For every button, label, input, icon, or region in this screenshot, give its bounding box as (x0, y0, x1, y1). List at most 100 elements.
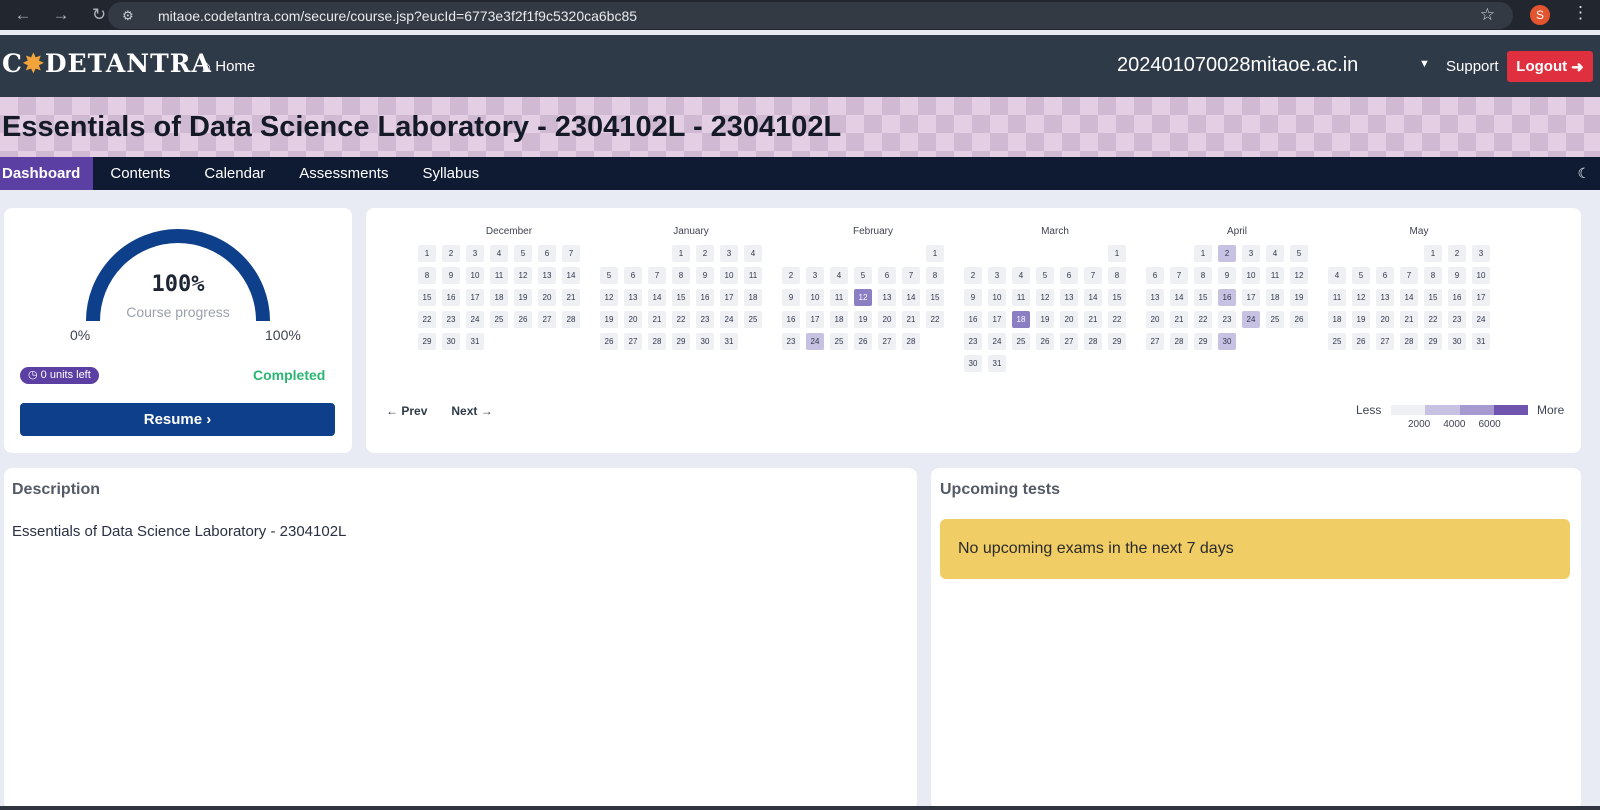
day-cell[interactable]: 8 (1108, 267, 1126, 284)
day-cell[interactable]: 29 (418, 333, 436, 350)
day-cell[interactable]: 9 (442, 267, 460, 284)
day-cell[interactable]: 7 (1084, 267, 1102, 284)
day-cell[interactable]: 3 (806, 267, 824, 284)
day-cell[interactable]: 11 (744, 267, 762, 284)
day-cell[interactable]: 10 (466, 267, 484, 284)
day-cell[interactable]: 21 (902, 311, 920, 328)
day-cell[interactable]: 22 (926, 311, 944, 328)
day-cell[interactable]: 28 (902, 333, 920, 350)
day-cell[interactable]: 12 (1352, 289, 1370, 306)
browser-menu-icon[interactable]: ⋮ (1572, 3, 1589, 23)
day-cell[interactable]: 18 (1266, 289, 1284, 306)
day-cell[interactable]: 13 (878, 289, 896, 306)
day-cell[interactable]: 10 (1472, 267, 1490, 284)
tab-contents[interactable]: Contents (93, 157, 187, 190)
day-cell[interactable]: 2 (782, 267, 800, 284)
day-cell[interactable]: 24 (466, 311, 484, 328)
day-cell[interactable]: 12 (854, 289, 872, 306)
day-cell[interactable]: 5 (514, 245, 532, 262)
day-cell[interactable]: 20 (538, 289, 556, 306)
day-cell[interactable]: 29 (1194, 333, 1212, 350)
day-cell[interactable]: 14 (1170, 289, 1188, 306)
day-cell[interactable]: 1 (1108, 245, 1126, 262)
day-cell[interactable]: 8 (926, 267, 944, 284)
day-cell[interactable]: 23 (1218, 311, 1236, 328)
day-cell[interactable]: 28 (1084, 333, 1102, 350)
day-cell[interactable]: 22 (418, 311, 436, 328)
logout-button[interactable]: Logout ➜ (1507, 51, 1593, 82)
day-cell[interactable]: 23 (1448, 311, 1466, 328)
day-cell[interactable]: 31 (988, 355, 1006, 372)
day-cell[interactable]: 15 (926, 289, 944, 306)
day-cell[interactable]: 6 (1060, 267, 1078, 284)
day-cell[interactable]: 10 (988, 289, 1006, 306)
day-cell[interactable]: 15 (1194, 289, 1212, 306)
day-cell[interactable]: 7 (562, 245, 580, 262)
day-cell[interactable]: 12 (600, 289, 618, 306)
day-cell[interactable]: 1 (926, 245, 944, 262)
day-cell[interactable]: 20 (1376, 311, 1394, 328)
day-cell[interactable]: 9 (964, 289, 982, 306)
day-cell[interactable]: 8 (1194, 267, 1212, 284)
day-cell[interactable]: 3 (988, 267, 1006, 284)
day-cell[interactable]: 5 (1352, 267, 1370, 284)
day-cell[interactable]: 10 (1242, 267, 1260, 284)
day-cell[interactable]: 2 (1218, 245, 1236, 262)
next-button[interactable]: Next → (451, 404, 492, 418)
address-bar[interactable]: ⚙ mitaoe.codetantra.com/secure/course.js… (108, 2, 1513, 29)
day-cell[interactable]: 2 (1448, 245, 1466, 262)
day-cell[interactable]: 27 (624, 333, 642, 350)
day-cell[interactable]: 1 (672, 245, 690, 262)
day-cell[interactable]: 16 (1448, 289, 1466, 306)
day-cell[interactable]: 25 (1328, 333, 1346, 350)
day-cell[interactable]: 7 (1400, 267, 1418, 284)
url-text[interactable]: mitaoe.codetantra.com/secure/course.jsp?… (158, 8, 637, 24)
resume-button[interactable]: Resume › (20, 403, 335, 436)
day-cell[interactable]: 19 (1290, 289, 1308, 306)
day-cell[interactable]: 15 (1108, 289, 1126, 306)
day-cell[interactable]: 30 (696, 333, 714, 350)
day-cell[interactable]: 17 (466, 289, 484, 306)
day-cell[interactable]: 4 (1012, 267, 1030, 284)
day-cell[interactable]: 11 (830, 289, 848, 306)
day-cell[interactable]: 29 (1424, 333, 1442, 350)
day-cell[interactable]: 26 (1290, 311, 1308, 328)
day-cell[interactable]: 10 (806, 289, 824, 306)
day-cell[interactable]: 14 (648, 289, 666, 306)
tab-calendar[interactable]: Calendar (187, 157, 282, 190)
day-cell[interactable]: 9 (782, 289, 800, 306)
day-cell[interactable]: 30 (1218, 333, 1236, 350)
day-cell[interactable]: 27 (1376, 333, 1394, 350)
day-cell[interactable]: 19 (1036, 311, 1054, 328)
day-cell[interactable]: 27 (538, 311, 556, 328)
day-cell[interactable]: 20 (1060, 311, 1078, 328)
day-cell[interactable]: 20 (1146, 311, 1164, 328)
day-cell[interactable]: 7 (1170, 267, 1188, 284)
day-cell[interactable]: 9 (1218, 267, 1236, 284)
day-cell[interactable]: 3 (720, 245, 738, 262)
day-cell[interactable]: 16 (1218, 289, 1236, 306)
day-cell[interactable]: 3 (466, 245, 484, 262)
day-cell[interactable]: 1 (418, 245, 436, 262)
day-cell[interactable]: 10 (720, 267, 738, 284)
day-cell[interactable]: 19 (600, 311, 618, 328)
day-cell[interactable]: 22 (1108, 311, 1126, 328)
day-cell[interactable]: 27 (878, 333, 896, 350)
day-cell[interactable]: 21 (648, 311, 666, 328)
day-cell[interactable]: 4 (830, 267, 848, 284)
day-cell[interactable]: 13 (538, 267, 556, 284)
day-cell[interactable]: 9 (696, 267, 714, 284)
day-cell[interactable]: 30 (442, 333, 460, 350)
day-cell[interactable]: 11 (1266, 267, 1284, 284)
day-cell[interactable]: 20 (624, 311, 642, 328)
day-cell[interactable]: 12 (1290, 267, 1308, 284)
day-cell[interactable]: 13 (624, 289, 642, 306)
day-cell[interactable]: 1 (1194, 245, 1212, 262)
day-cell[interactable]: 16 (696, 289, 714, 306)
day-cell[interactable]: 28 (1170, 333, 1188, 350)
day-cell[interactable]: 4 (490, 245, 508, 262)
day-cell[interactable]: 21 (1400, 311, 1418, 328)
day-cell[interactable]: 1 (1424, 245, 1442, 262)
day-cell[interactable]: 31 (1472, 333, 1490, 350)
day-cell[interactable]: 17 (806, 311, 824, 328)
